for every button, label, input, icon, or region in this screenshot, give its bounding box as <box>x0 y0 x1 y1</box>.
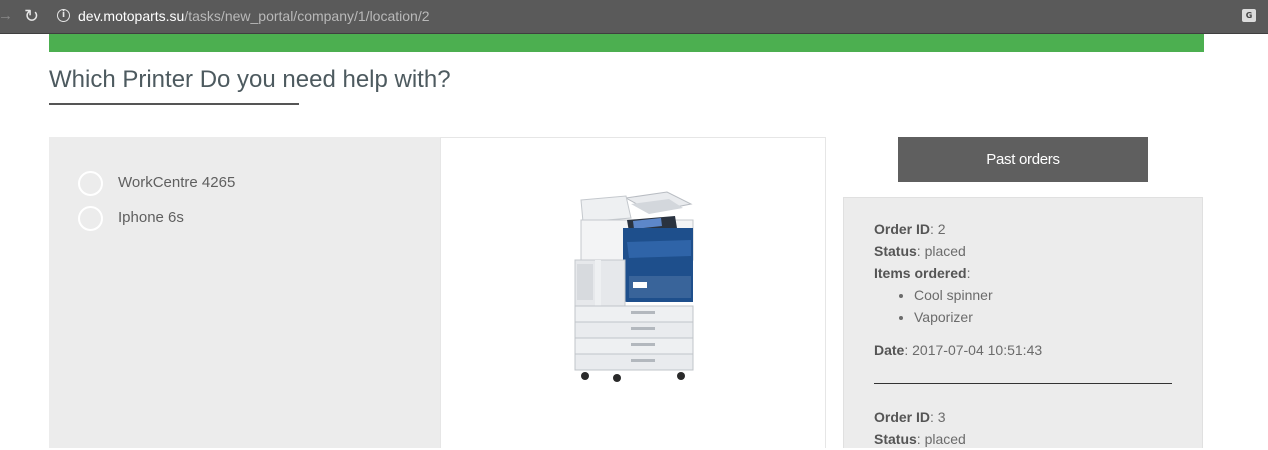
order-id-label: Order ID <box>874 409 931 425</box>
title-underline <box>49 103 299 105</box>
order-card: Order ID: 2 Status: placed Items ordered… <box>874 218 1042 361</box>
order-id-label: Order ID <box>874 221 931 237</box>
radio-button[interactable] <box>78 206 103 231</box>
printer-image-panel <box>440 137 826 448</box>
order-id-row: Order ID: 2 <box>874 221 946 237</box>
url-host: dev.motoparts.su <box>78 8 185 24</box>
printer-option-label: Iphone 6s <box>118 209 184 226</box>
radio-button[interactable] <box>78 171 103 196</box>
browser-toolbar: → ↻ i dev.motoparts.su/tasks/new_portal/… <box>0 0 1268 34</box>
order-id-row: Order ID: 3 <box>874 409 946 425</box>
order-id-value: 3 <box>937 409 946 425</box>
order-card: Order ID: 3 Status: placed <box>874 406 966 450</box>
site-info-icon[interactable]: i <box>57 9 70 22</box>
items-ordered-label: Items ordered <box>874 265 967 281</box>
order-item: Cool spinner <box>914 284 1042 306</box>
order-status-value: placed <box>924 431 966 447</box>
order-date-value: 2017-07-04 10:51:43 <box>912 342 1043 358</box>
address-bar[interactable]: dev.motoparts.su/tasks/new_portal/compan… <box>78 8 430 25</box>
page-title: Which Printer Do you need help with? <box>49 66 451 93</box>
printer-selection-panel: WorkCentre 4265 Iphone 6s <box>49 137 440 448</box>
order-date-row: Date: 2017-07-04 10:51:43 <box>874 342 1043 358</box>
header-strip <box>49 34 1204 52</box>
order-status-label: Status <box>874 431 917 447</box>
past-orders-panel: Order ID: 2 Status: placed Items ordered… <box>843 197 1203 448</box>
order-id-value: 2 <box>937 221 946 237</box>
order-status-row: Status: placed <box>874 431 966 447</box>
printer-image <box>574 191 694 382</box>
printer-option-label: WorkCentre 4265 <box>118 174 236 191</box>
order-date-label: Date <box>874 342 905 358</box>
order-items-list: Cool spinner Vaporizer <box>874 284 1042 328</box>
url-path: /tasks/new_portal/company/1/location/2 <box>184 8 430 24</box>
order-status-row: Status: placed <box>874 243 966 259</box>
past-orders-button[interactable]: Past orders <box>898 137 1148 182</box>
order-items-row: Items ordered: <box>874 265 971 281</box>
order-status-value: placed <box>924 243 966 259</box>
order-divider <box>874 383 1172 384</box>
forward-arrow-icon[interactable]: → <box>0 7 13 25</box>
reload-icon[interactable]: ↻ <box>24 6 39 26</box>
order-status-label: Status <box>874 243 917 259</box>
order-item: Vaporizer <box>914 306 1042 328</box>
translate-icon[interactable]: G <box>1242 9 1256 22</box>
